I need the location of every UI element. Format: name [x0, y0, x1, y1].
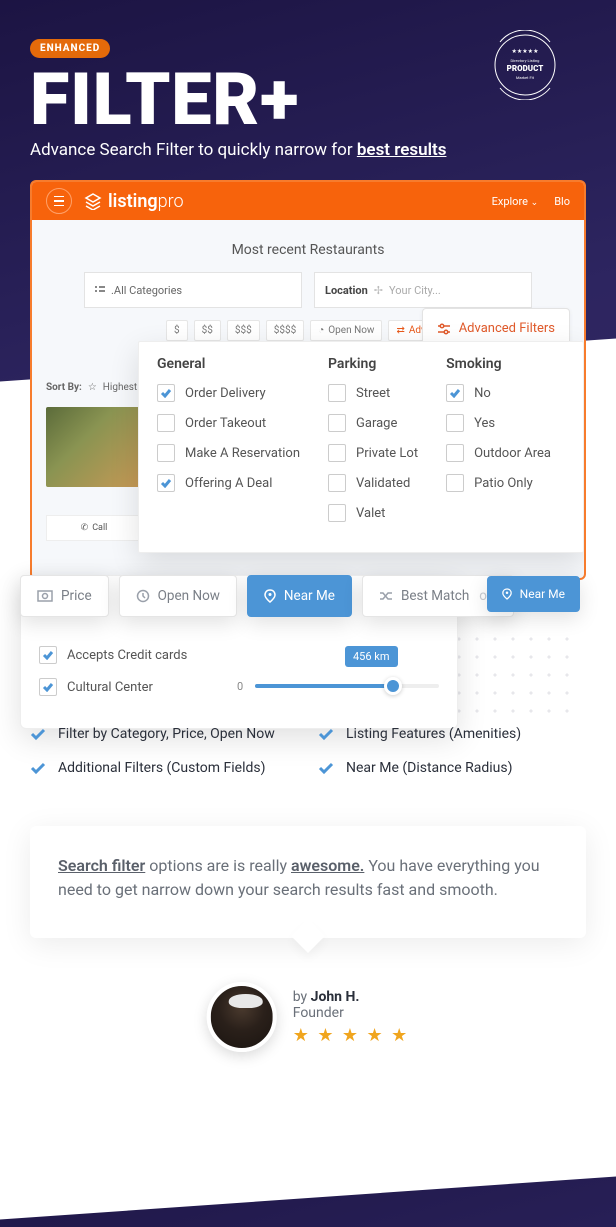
price-pill-3[interactable]: $$$: [227, 320, 260, 341]
clock-icon: ◔: [318, 325, 324, 336]
menu-icon[interactable]: [46, 188, 72, 214]
shuffle-icon: [379, 590, 393, 602]
checkbox[interactable]: [446, 444, 464, 462]
nav-blog[interactable]: Blo: [554, 195, 570, 208]
product-seal-badge: ★★★★★ Directory Listing PRODUCT Market F…: [490, 30, 560, 100]
near-me-side-button[interactable]: Near Me: [487, 576, 580, 612]
checkbox[interactable]: [446, 414, 464, 432]
checkbox[interactable]: [446, 474, 464, 492]
sliders-icon: ⇄: [396, 325, 404, 336]
checkbox[interactable]: [328, 384, 346, 402]
enhanced-pill: ENHANCED: [30, 39, 110, 58]
avatar: [207, 982, 277, 1052]
price-button[interactable]: Price: [20, 575, 109, 617]
listing-thumbnail[interactable]: [46, 407, 142, 487]
checkbox[interactable]: [328, 444, 346, 462]
section-title: Most recent Restaurants: [46, 242, 570, 258]
pin-icon: [502, 588, 512, 600]
location-input[interactable]: Location ✢ Your City...: [314, 272, 532, 308]
svg-text:Market Fit: Market Fit: [516, 75, 535, 80]
checkbox[interactable]: [328, 414, 346, 432]
checkbox[interactable]: [446, 384, 464, 402]
author-role: Founder: [293, 1005, 410, 1021]
phone-icon: ✆: [81, 523, 89, 533]
slider-value-tag: 456 km: [345, 646, 398, 667]
filter-col-parking: Parking: [328, 356, 418, 372]
call-button[interactable]: ✆Call: [46, 515, 142, 541]
logo[interactable]: listingpro: [84, 191, 184, 212]
price-pill-1[interactable]: $: [166, 320, 188, 341]
testimonial-author: by John H. Founder ★ ★ ★ ★ ★: [207, 982, 410, 1052]
checkbox[interactable]: [39, 678, 57, 696]
slider-handle[interactable]: [384, 677, 402, 695]
feature-item: Listing Features (Amenities): [318, 726, 586, 742]
app-screenshot-frame: listingpro Explore ⌄ Blo Most recent Res…: [30, 180, 586, 580]
svg-text:PRODUCT: PRODUCT: [507, 64, 544, 73]
checkbox[interactable]: [157, 444, 175, 462]
slider-min-label: 0: [237, 680, 243, 693]
filter-col-smoking: Smoking: [446, 356, 551, 372]
list-icon: [95, 285, 105, 295]
sliders-icon: [437, 323, 451, 335]
feature-item: Additional Filters (Custom Fields): [30, 760, 298, 776]
svg-text:Directory Listing: Directory Listing: [511, 58, 540, 63]
checkbox[interactable]: [157, 384, 175, 402]
distance-slider[interactable]: [255, 684, 439, 688]
chevron-down-icon: ⌄: [531, 198, 539, 208]
decorative-dots: [450, 630, 570, 720]
testimonial-quote: Search filter options are is really awes…: [30, 826, 586, 938]
checkbox[interactable]: [328, 504, 346, 522]
feature-item: Near Me (Distance Radius): [318, 760, 586, 776]
pin-icon: [264, 589, 276, 603]
nav-explore[interactable]: Explore ⌄: [492, 195, 539, 208]
near-me-button[interactable]: Near Me: [247, 575, 352, 617]
feature-item: Filter by Category, Price, Open Now: [30, 726, 298, 742]
category-select[interactable]: .All Categories: [84, 272, 302, 308]
checkbox[interactable]: [328, 474, 346, 492]
open-now-button[interactable]: Open Now: [119, 575, 237, 617]
clock-icon: [136, 589, 150, 603]
banknote-icon: [37, 590, 53, 602]
checkbox[interactable]: [39, 646, 57, 664]
open-now-pill[interactable]: ◔Open Now: [310, 320, 382, 341]
star-rating: ★ ★ ★ ★ ★: [293, 1025, 410, 1046]
advanced-filters-panel: General Order Delivery Order Takeout Mak…: [138, 341, 584, 553]
star-icon: ☆: [88, 382, 97, 393]
price-pill-4[interactable]: $$$$: [266, 320, 304, 341]
app-topbar: listingpro Explore ⌄ Blo: [32, 182, 584, 220]
page-subtitle: Advance Search Filter to quickly narrow …: [30, 140, 586, 160]
compass-icon: ✢: [374, 284, 383, 297]
svg-text:★★★★★: ★★★★★: [512, 48, 539, 55]
price-pill-2[interactable]: $$: [194, 320, 221, 341]
layers-icon: [84, 192, 102, 210]
filter-col-general: General: [157, 356, 300, 372]
checkbox[interactable]: [157, 414, 175, 432]
checkbox[interactable]: [157, 474, 175, 492]
